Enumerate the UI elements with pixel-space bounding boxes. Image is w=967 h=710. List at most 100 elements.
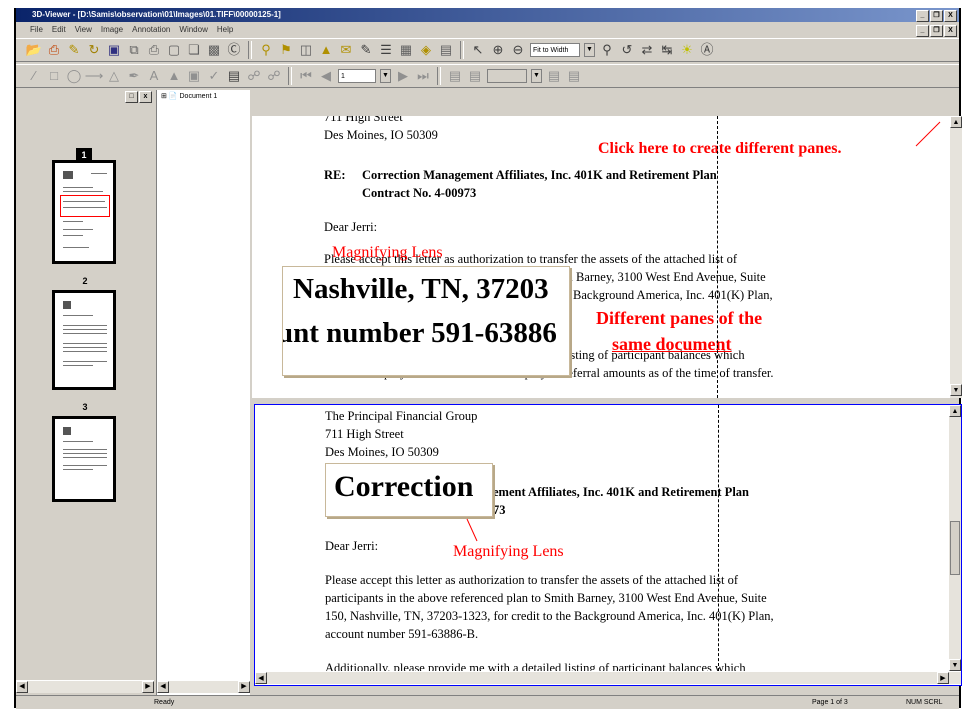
link-icon[interactable]: ☍ <box>246 68 262 84</box>
export-icon[interactable]: ◫ <box>298 42 314 58</box>
page-icon[interactable]: ▢ <box>166 42 182 58</box>
magnifying-lens-top[interactable]: Nashville, TN, 37203 unt number 591-6388… <box>282 266 570 376</box>
document-view-icon[interactable]: ▤ <box>226 68 242 84</box>
document-pane-bottom[interactable]: The Principal Financial Group 711 High S… <box>254 404 962 686</box>
pages-icon[interactable]: ❏ <box>186 42 202 58</box>
scroll-left-icon[interactable]: ◀ <box>255 672 267 684</box>
magnifying-lens-bottom[interactable]: Correction <box>325 463 493 517</box>
maximize-button[interactable]: ❐ <box>930 10 943 22</box>
ellipse-tool-icon[interactable]: ◯ <box>66 68 82 84</box>
first-page-icon[interactable]: ⏮ <box>298 68 314 84</box>
document-pane-top[interactable]: 711 High Street Des Moines, IO 50309 RE:… <box>252 116 962 398</box>
find-next-icon[interactable]: ⚑ <box>278 42 294 58</box>
select-arrow-icon[interactable]: ↖ <box>470 42 486 58</box>
save-icon[interactable]: ▣ <box>106 42 122 58</box>
pane-restore-button[interactable]: □ <box>125 91 138 103</box>
status-bar: Ready Page 1 of 3 NUM SCRL <box>16 695 959 709</box>
menu-help[interactable]: Help <box>217 23 233 37</box>
minimize-button[interactable]: _ <box>916 10 929 22</box>
polygon-tool-icon[interactable]: △ <box>106 68 122 84</box>
stamp-tool-icon[interactable]: ▲ <box>166 68 182 84</box>
scroll-left-icon[interactable]: ◀ <box>157 681 169 693</box>
help-icon[interactable]: Ⓒ <box>226 42 242 58</box>
scroll-right-icon[interactable]: ▶ <box>142 681 154 693</box>
zoom-out-icon[interactable]: ⊖ <box>510 42 526 58</box>
document-icon[interactable]: ▤ <box>438 42 454 58</box>
thumbnail-page-3[interactable] <box>52 416 116 502</box>
annotation-list-icon[interactable]: ☰ <box>378 42 394 58</box>
paste-icon[interactable]: ⎙ <box>146 42 162 58</box>
thumbnail-scrollbar[interactable]: ◀ ▶ <box>16 680 154 693</box>
page-remove-icon[interactable]: ▤ <box>566 68 582 84</box>
toolbar-separator <box>248 41 252 59</box>
doc-minimize-button[interactable]: _ <box>916 25 929 37</box>
scroll-up-icon[interactable]: ▲ <box>949 405 961 417</box>
previous-page-icon[interactable]: ◀ <box>318 68 334 84</box>
doc-close-button[interactable]: X <box>944 25 957 37</box>
properties-icon[interactable]: ▩ <box>206 42 222 58</box>
zoom-select[interactable]: Fit to Width <box>530 43 580 57</box>
pen-tool-icon[interactable]: ✒ <box>126 68 142 84</box>
scroll-down-icon[interactable]: ▼ <box>950 384 962 396</box>
top-pane-scrollbar[interactable]: ▲ ▼ <box>950 116 962 398</box>
chevron-down-icon[interactable]: ▼ <box>584 43 595 57</box>
menu-image[interactable]: Image <box>101 23 123 37</box>
scroll-right-icon[interactable]: ▶ <box>937 672 949 684</box>
menu-view[interactable]: View <box>75 23 92 37</box>
menu-file[interactable]: File <box>30 23 43 37</box>
thumbnail-page-2[interactable] <box>52 290 116 390</box>
close-button[interactable]: X <box>944 10 957 22</box>
page-back-icon[interactable]: ▤ <box>447 68 463 84</box>
doc-restore-button[interactable]: ❐ <box>930 25 943 37</box>
lens-text-line1: Nashville, TN, 37203 <box>293 273 549 305</box>
flip-icon[interactable]: ⇄ <box>639 42 655 58</box>
highlight-icon[interactable]: ☀ <box>679 42 695 58</box>
scroll-right-icon[interactable]: ▶ <box>238 681 250 693</box>
text-tool-icon[interactable]: A <box>146 68 162 84</box>
tree-scrollbar[interactable]: ◀ ▶ <box>157 680 250 693</box>
last-page-icon[interactable]: ⏭ <box>415 68 431 84</box>
scroll-up-icon[interactable]: ▲ <box>950 116 962 128</box>
fit-page-icon[interactable]: ↹ <box>659 42 675 58</box>
info-icon[interactable]: Ⓐ <box>699 42 715 58</box>
bottom-pane-hscrollbar[interactable]: ◀ ▶ <box>255 671 961 684</box>
stamp-icon[interactable]: ◈ <box>418 42 434 58</box>
compare-icon[interactable]: ▦ <box>398 42 414 58</box>
bottom-pane-scrollbar[interactable]: ▲ ▼ <box>949 405 961 671</box>
note-tool-icon[interactable]: ▣ <box>186 68 202 84</box>
chevron-down-icon[interactable]: ▼ <box>380 69 391 83</box>
page-forward-icon[interactable]: ▤ <box>467 68 483 84</box>
page-number-field[interactable]: 1 <box>338 69 376 83</box>
rotate-left-icon[interactable]: ↺ <box>619 42 635 58</box>
copy-icon[interactable]: ⧉ <box>126 42 142 58</box>
scan-icon[interactable]: ✎ <box>66 42 82 58</box>
expand-icon[interactable]: ⊞ <box>161 93 167 100</box>
scroll-down-icon[interactable]: ▼ <box>949 659 961 671</box>
page-add-icon[interactable]: ▤ <box>546 68 562 84</box>
find-icon[interactable]: ⚲ <box>258 42 274 58</box>
scroll-left-icon[interactable]: ◀ <box>16 681 28 693</box>
annotation-icon[interactable]: ✎ <box>358 42 374 58</box>
open-folder-icon[interactable]: 📂 <box>26 42 42 58</box>
magnifier-icon[interactable]: ⚲ <box>599 42 615 58</box>
doc-salutation: Dear Jerri: <box>325 539 379 553</box>
rectangle-tool-icon[interactable]: □ <box>46 68 62 84</box>
thumbnail-page-1[interactable] <box>52 160 116 264</box>
tree-item-document[interactable]: ⊞ 📄 Document 1 <box>161 92 217 100</box>
menu-window[interactable]: Window <box>179 23 207 37</box>
zoom-in-icon[interactable]: ⊕ <box>490 42 506 58</box>
menu-annotation[interactable]: Annotation <box>132 23 170 37</box>
line-tool-icon[interactable]: ∕ <box>26 68 42 84</box>
import-icon[interactable]: ▲ <box>318 42 334 58</box>
scroll-thumb[interactable] <box>950 521 960 575</box>
email-icon[interactable]: ✉ <box>338 42 354 58</box>
next-page-icon[interactable]: ▶ <box>395 68 411 84</box>
print-icon[interactable]: ⎙ <box>46 42 62 58</box>
arrow-tool-icon[interactable]: ⟶ <box>85 68 104 84</box>
check-tool-icon[interactable]: ✓ <box>206 68 222 84</box>
menu-edit[interactable]: Edit <box>52 23 66 37</box>
annotation-click-here: Click here to create different panes. <box>598 140 842 157</box>
unlink-icon[interactable]: ☍ <box>266 68 282 84</box>
rotate-icon[interactable]: ↻ <box>86 42 102 58</box>
pane-close-button[interactable]: x <box>139 91 152 103</box>
